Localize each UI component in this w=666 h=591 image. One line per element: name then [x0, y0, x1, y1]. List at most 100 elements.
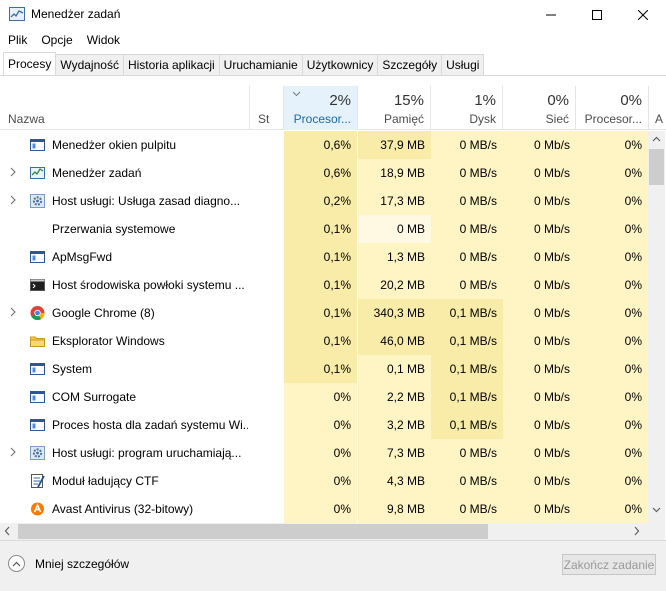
- process-name: Moduł ładujący CTF: [52, 474, 159, 488]
- process-gpu: 0%: [576, 355, 648, 383]
- process-network: 0 Mb/s: [503, 439, 576, 467]
- tabs-divider: [0, 75, 666, 76]
- cpu-label: Procesor...: [293, 112, 351, 126]
- process-row[interactable]: Host usługi: Usługa zasad diagno... 0,2% 1…: [0, 187, 648, 215]
- tab-details[interactable]: Szczegóły: [377, 54, 443, 75]
- window-icon: [29, 417, 46, 433]
- process-gpu: 0%: [576, 327, 648, 355]
- process-row[interactable]: Proces hosta dla zadań systemu Wi... 0% 3,…: [0, 411, 648, 439]
- menu-options[interactable]: Opcje: [34, 30, 79, 52]
- process-row[interactable]: Przerwania systemowe 0,1% 0 MB 0 MB/s 0 Mb/s…: [0, 215, 648, 243]
- column-more[interactable]: A: [649, 86, 666, 130]
- scroll-down-icon[interactable]: [652, 507, 661, 513]
- gpu-total: 0%: [620, 92, 642, 109]
- window-icon: [29, 137, 46, 153]
- process-network: 0 Mb/s: [503, 411, 576, 439]
- scroll-up-icon[interactable]: [652, 136, 661, 142]
- vertical-scroll-thumb[interactable]: [649, 149, 664, 185]
- process-row[interactable]: ApMsgFwd 0,1% 1,3 MB 0 MB/s 0 Mb/s 0%: [0, 243, 648, 271]
- process-memory: 37,9 MB: [358, 131, 431, 159]
- menu-file[interactable]: Plik: [0, 30, 34, 52]
- process-row[interactable]: System 0,1% 0,1 MB 0,1 MB/s 0 Mb/s 0%: [0, 355, 648, 383]
- process-row[interactable]: Eksplorator Windows 0,1% 46,0 MB 0,1 MB/s 0 …: [0, 327, 648, 355]
- column-disk[interactable]: 1% Dysk: [431, 86, 503, 130]
- vertical-scrollbar[interactable]: [648, 131, 665, 523]
- process-cpu: 0,6%: [284, 131, 357, 159]
- process-cpu: 0%: [284, 439, 357, 467]
- column-status[interactable]: St: [250, 86, 284, 130]
- process-row[interactable]: Moduł ładujący CTF 0% 4,3 MB 0 MB/s 0 Mb/s 0%: [0, 467, 648, 495]
- process-row[interactable]: Host środowiska powłoki systemu ... 0,1% 2…: [0, 271, 648, 299]
- chevron-right-icon[interactable]: [8, 167, 18, 177]
- process-disk: 0 MB/s: [431, 467, 503, 495]
- process-name: Przerwania systemowe: [52, 222, 176, 236]
- process-row[interactable]: Menedżer okien pulpitu 0,6% 37,9 MB 0 MB/s 0…: [0, 131, 648, 159]
- chevron-right-icon[interactable]: [8, 195, 18, 205]
- process-row[interactable]: Menedżer zadań 0,6% 18,9 MB 0 MB/s 0 Mb/s 0%: [0, 159, 648, 187]
- process-memory: 17,3 MB: [358, 187, 431, 215]
- close-button[interactable]: [620, 0, 666, 30]
- process-name: Host środowiska powłoki systemu ...: [52, 278, 245, 292]
- process-gpu: 0%: [576, 411, 648, 439]
- horizontal-scroll-thumb[interactable]: [18, 524, 488, 539]
- column-name[interactable]: Nazwa: [0, 86, 250, 130]
- column-memory[interactable]: 15% Pamięć: [358, 86, 431, 130]
- tab-processes[interactable]: Procesy: [3, 52, 57, 75]
- process-network: 0 Mb/s: [503, 159, 576, 187]
- window-icon: [29, 389, 46, 405]
- process-memory: 0 MB: [358, 215, 431, 243]
- scroll-right-icon[interactable]: [634, 526, 640, 536]
- end-task-button[interactable]: Zakończ zadanie: [562, 554, 656, 575]
- process-network: 0 Mb/s: [503, 131, 576, 159]
- process-row[interactable]: COM Surrogate 0% 2,2 MB 0,1 MB/s 0 Mb/s 0%: [0, 383, 648, 411]
- process-name: COM Surrogate: [52, 390, 137, 404]
- column-header: Nazwa St 2% Procesor... 15% Pamięć 1% Dy…: [0, 86, 666, 130]
- column-more-label: A: [655, 112, 664, 126]
- process-network: 0 Mb/s: [503, 271, 576, 299]
- tab-performance[interactable]: Wydajność: [55, 54, 124, 75]
- column-cpu[interactable]: 2% Procesor...: [284, 86, 358, 130]
- process-disk: 0 MB/s: [431, 271, 503, 299]
- process-disk: 0,1 MB/s: [431, 383, 503, 411]
- tab-services[interactable]: Usługi: [441, 54, 485, 75]
- process-row[interactable]: Avast Antivirus (32-bitowy) 0% 9,8 MB 0 MB/…: [0, 495, 648, 523]
- fewer-details-label: Mniej szczegółów: [35, 556, 130, 571]
- scroll-left-icon[interactable]: [4, 526, 10, 536]
- horizontal-scrollbar[interactable]: [0, 523, 648, 540]
- folder-icon: [29, 333, 46, 349]
- process-name: Host usługi: program uruchamiają...: [52, 446, 242, 460]
- tab-users[interactable]: Użytkownicy: [301, 54, 379, 75]
- tab-app-history[interactable]: Historia aplikacji: [122, 54, 220, 75]
- memory-label: Pamięć: [383, 112, 424, 126]
- process-name: Menedżer zadań: [52, 166, 142, 180]
- chevron-right-icon[interactable]: [8, 447, 18, 457]
- chevron-right-icon[interactable]: [8, 307, 18, 317]
- process-row[interactable]: Host usługi: program uruchamiają... 0% 7,3…: [0, 439, 648, 467]
- avast-icon: [29, 501, 46, 517]
- menu-view[interactable]: Widok: [80, 30, 127, 52]
- process-row[interactable]: Google Chrome (8) 0,1% 340,3 MB 0,1 MB/s 0 M…: [0, 299, 648, 327]
- minimize-button[interactable]: [528, 0, 574, 30]
- process-gpu: 0%: [576, 495, 648, 523]
- gear-icon: [29, 445, 46, 461]
- process-disk: 0 MB/s: [431, 159, 503, 187]
- column-gpu[interactable]: 0% Procesor...: [576, 86, 649, 130]
- process-cpu: 0,1%: [284, 327, 357, 355]
- column-network[interactable]: 0% Sieć: [503, 86, 576, 130]
- process-gpu: 0%: [576, 271, 648, 299]
- tab-startup[interactable]: Uruchamianie: [218, 54, 303, 75]
- column-name-label: Nazwa: [8, 112, 45, 126]
- close-icon: [638, 10, 648, 20]
- process-disk: 0,1 MB/s: [431, 299, 503, 327]
- window-title: Menedżer zadań: [31, 7, 121, 21]
- process-disk: 0,1 MB/s: [431, 355, 503, 383]
- maximize-button[interactable]: [574, 0, 620, 30]
- process-list: Menedżer okien pulpitu 0,6% 37,9 MB 0 MB/s 0…: [0, 131, 648, 523]
- process-cpu: 0,6%: [284, 159, 357, 187]
- process-network: 0 Mb/s: [503, 495, 576, 523]
- process-name: Host usługi: Usługa zasad diagno...: [52, 194, 241, 208]
- process-network: 0 Mb/s: [503, 243, 576, 271]
- blank-icon: [29, 221, 46, 237]
- process-memory: 340,3 MB: [358, 299, 431, 327]
- fewer-details-button[interactable]: Mniej szczegółów: [8, 555, 129, 572]
